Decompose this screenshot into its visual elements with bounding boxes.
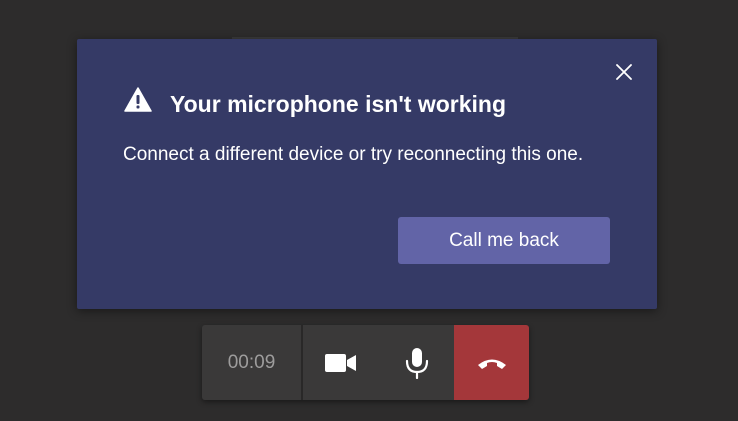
hang-up-icon bbox=[477, 359, 506, 369]
dialog-message: Connect a different device or try reconn… bbox=[123, 144, 584, 165]
camera-button[interactable] bbox=[303, 325, 379, 400]
warning-icon bbox=[124, 87, 152, 112]
microphone-button[interactable] bbox=[379, 325, 454, 400]
call-controls-bar: 00:09 bbox=[202, 325, 529, 400]
close-icon bbox=[616, 64, 632, 80]
video-camera-icon bbox=[325, 353, 356, 372]
call-timer: 00:09 bbox=[202, 325, 301, 400]
close-button[interactable] bbox=[613, 61, 635, 83]
hang-up-button[interactable] bbox=[454, 325, 529, 400]
microphone-icon bbox=[405, 347, 428, 379]
dialog-title: Your microphone isn't working bbox=[170, 91, 507, 117]
call-me-back-button[interactable]: Call me back bbox=[398, 217, 610, 264]
microphone-error-dialog: Your microphone isn't working Connect a … bbox=[77, 39, 657, 309]
